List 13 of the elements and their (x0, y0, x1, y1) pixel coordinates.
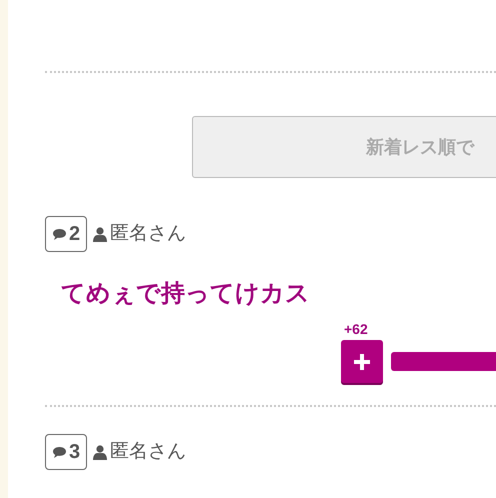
user-icon (93, 444, 108, 460)
plus-button[interactable] (341, 340, 383, 383)
post-number: 2 (45, 216, 88, 252)
speech-bubble-icon (52, 446, 67, 458)
speech-bubble-icon (52, 228, 67, 240)
author-name: 匿名さん (110, 440, 186, 464)
author-name: 匿名さん (110, 222, 186, 246)
post-body: てめぇで持ってけカス (61, 279, 311, 309)
plus-icon (354, 354, 370, 370)
user-icon (93, 226, 108, 242)
post-number: 3 (45, 434, 88, 470)
sort-button[interactable]: 新着レス順で (192, 116, 496, 178)
vote-count: +62 (344, 320, 369, 338)
